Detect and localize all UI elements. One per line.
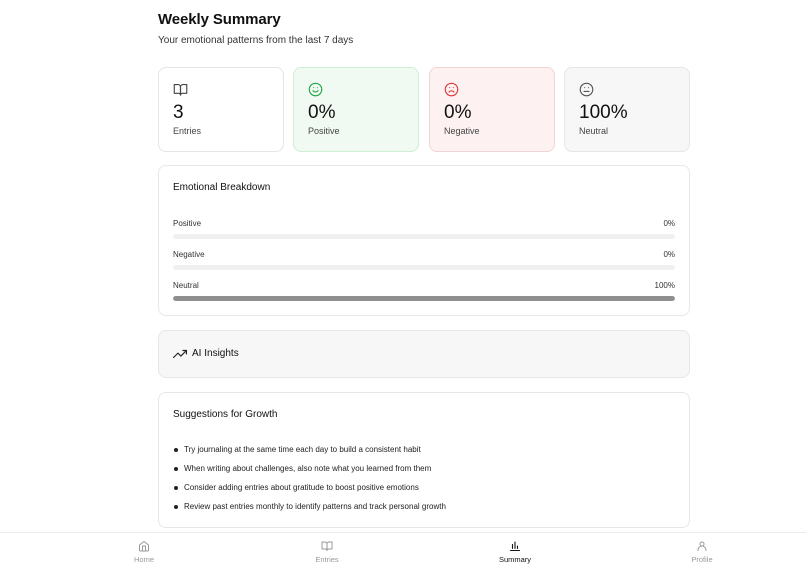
list-item: When writing about challenges, also note… <box>173 464 446 483</box>
nav-label: Profile <box>691 555 713 564</box>
stat-card-neutral: 100% Neutral <box>564 67 690 152</box>
bar-chart-icon <box>509 541 521 552</box>
suggestions-list: Try journaling at the same time each day… <box>173 445 446 521</box>
progress-fill <box>173 296 675 301</box>
ai-insights-title: AI Insights <box>192 348 239 359</box>
book-open-icon <box>321 541 333 551</box>
nav-item-summary[interactable]: Summary <box>485 533 545 570</box>
ai-insights-card[interactable]: AI Insights <box>158 330 690 378</box>
nav-label: Home <box>133 555 154 564</box>
list-item: Review past entries monthly to identify … <box>173 502 446 521</box>
nav-item-entries[interactable]: Entries <box>297 533 357 570</box>
nav-item-home[interactable]: Home <box>114 533 174 570</box>
book-open-icon <box>173 83 188 96</box>
breakdown-title: Emotional Breakdown <box>173 182 271 193</box>
home-icon <box>139 541 149 552</box>
progress-track <box>173 234 675 239</box>
stat-card-positive: 0% Positive <box>293 67 419 152</box>
neutral-face-icon <box>579 82 594 97</box>
progress-track <box>173 265 675 270</box>
breakdown-label: Negative <box>173 250 205 259</box>
breakdown-row-positive: Positive 0% <box>173 219 675 243</box>
breakdown-label: Neutral <box>173 281 199 290</box>
nav-item-profile[interactable]: Profile <box>672 533 732 570</box>
trending-up-icon <box>173 349 187 359</box>
stat-value: 0% <box>308 102 336 123</box>
breakdown-row-neutral: Neutral 100% <box>173 281 675 305</box>
stat-value: 100% <box>579 102 628 123</box>
bottom-nav: Home Entries Summary Profile <box>0 532 806 570</box>
suggestions-card: Suggestions for Growth Try journaling at… <box>158 392 690 528</box>
breakdown-percent: 0% <box>663 250 675 259</box>
page-subtitle: Your emotional patterns from the last 7 … <box>158 35 354 46</box>
breakdown-percent: 100% <box>654 281 675 290</box>
smile-icon <box>308 82 323 97</box>
emotional-breakdown-card: Emotional Breakdown Positive 0% Negative… <box>158 165 690 316</box>
nav-label: Summary <box>498 555 532 564</box>
user-icon <box>697 541 707 551</box>
stat-label: Negative <box>444 126 480 136</box>
stat-card-entries: 3 Entries <box>158 67 284 152</box>
suggestions-title: Suggestions for Growth <box>173 409 278 420</box>
stats-row: 3 Entries 0% Positive 0% Negative 100% N… <box>158 67 690 152</box>
stat-label: Entries <box>173 126 202 136</box>
list-item: Consider adding entries about gratitude … <box>173 483 446 502</box>
stat-value: 0% <box>444 102 472 123</box>
breakdown-row-negative: Negative 0% <box>173 250 675 274</box>
stat-card-negative: 0% Negative <box>429 67 555 152</box>
list-item: Try journaling at the same time each day… <box>173 445 446 464</box>
nav-label: Entries <box>315 555 339 564</box>
breakdown-percent: 0% <box>663 219 675 228</box>
stat-value: 3 <box>173 102 184 123</box>
stat-label: Positive <box>308 126 340 136</box>
stat-label: Neutral <box>579 126 609 136</box>
page-title: Weekly Summary <box>158 11 281 28</box>
progress-track <box>173 296 675 301</box>
breakdown-label: Positive <box>173 219 202 228</box>
frown-icon <box>444 82 459 97</box>
